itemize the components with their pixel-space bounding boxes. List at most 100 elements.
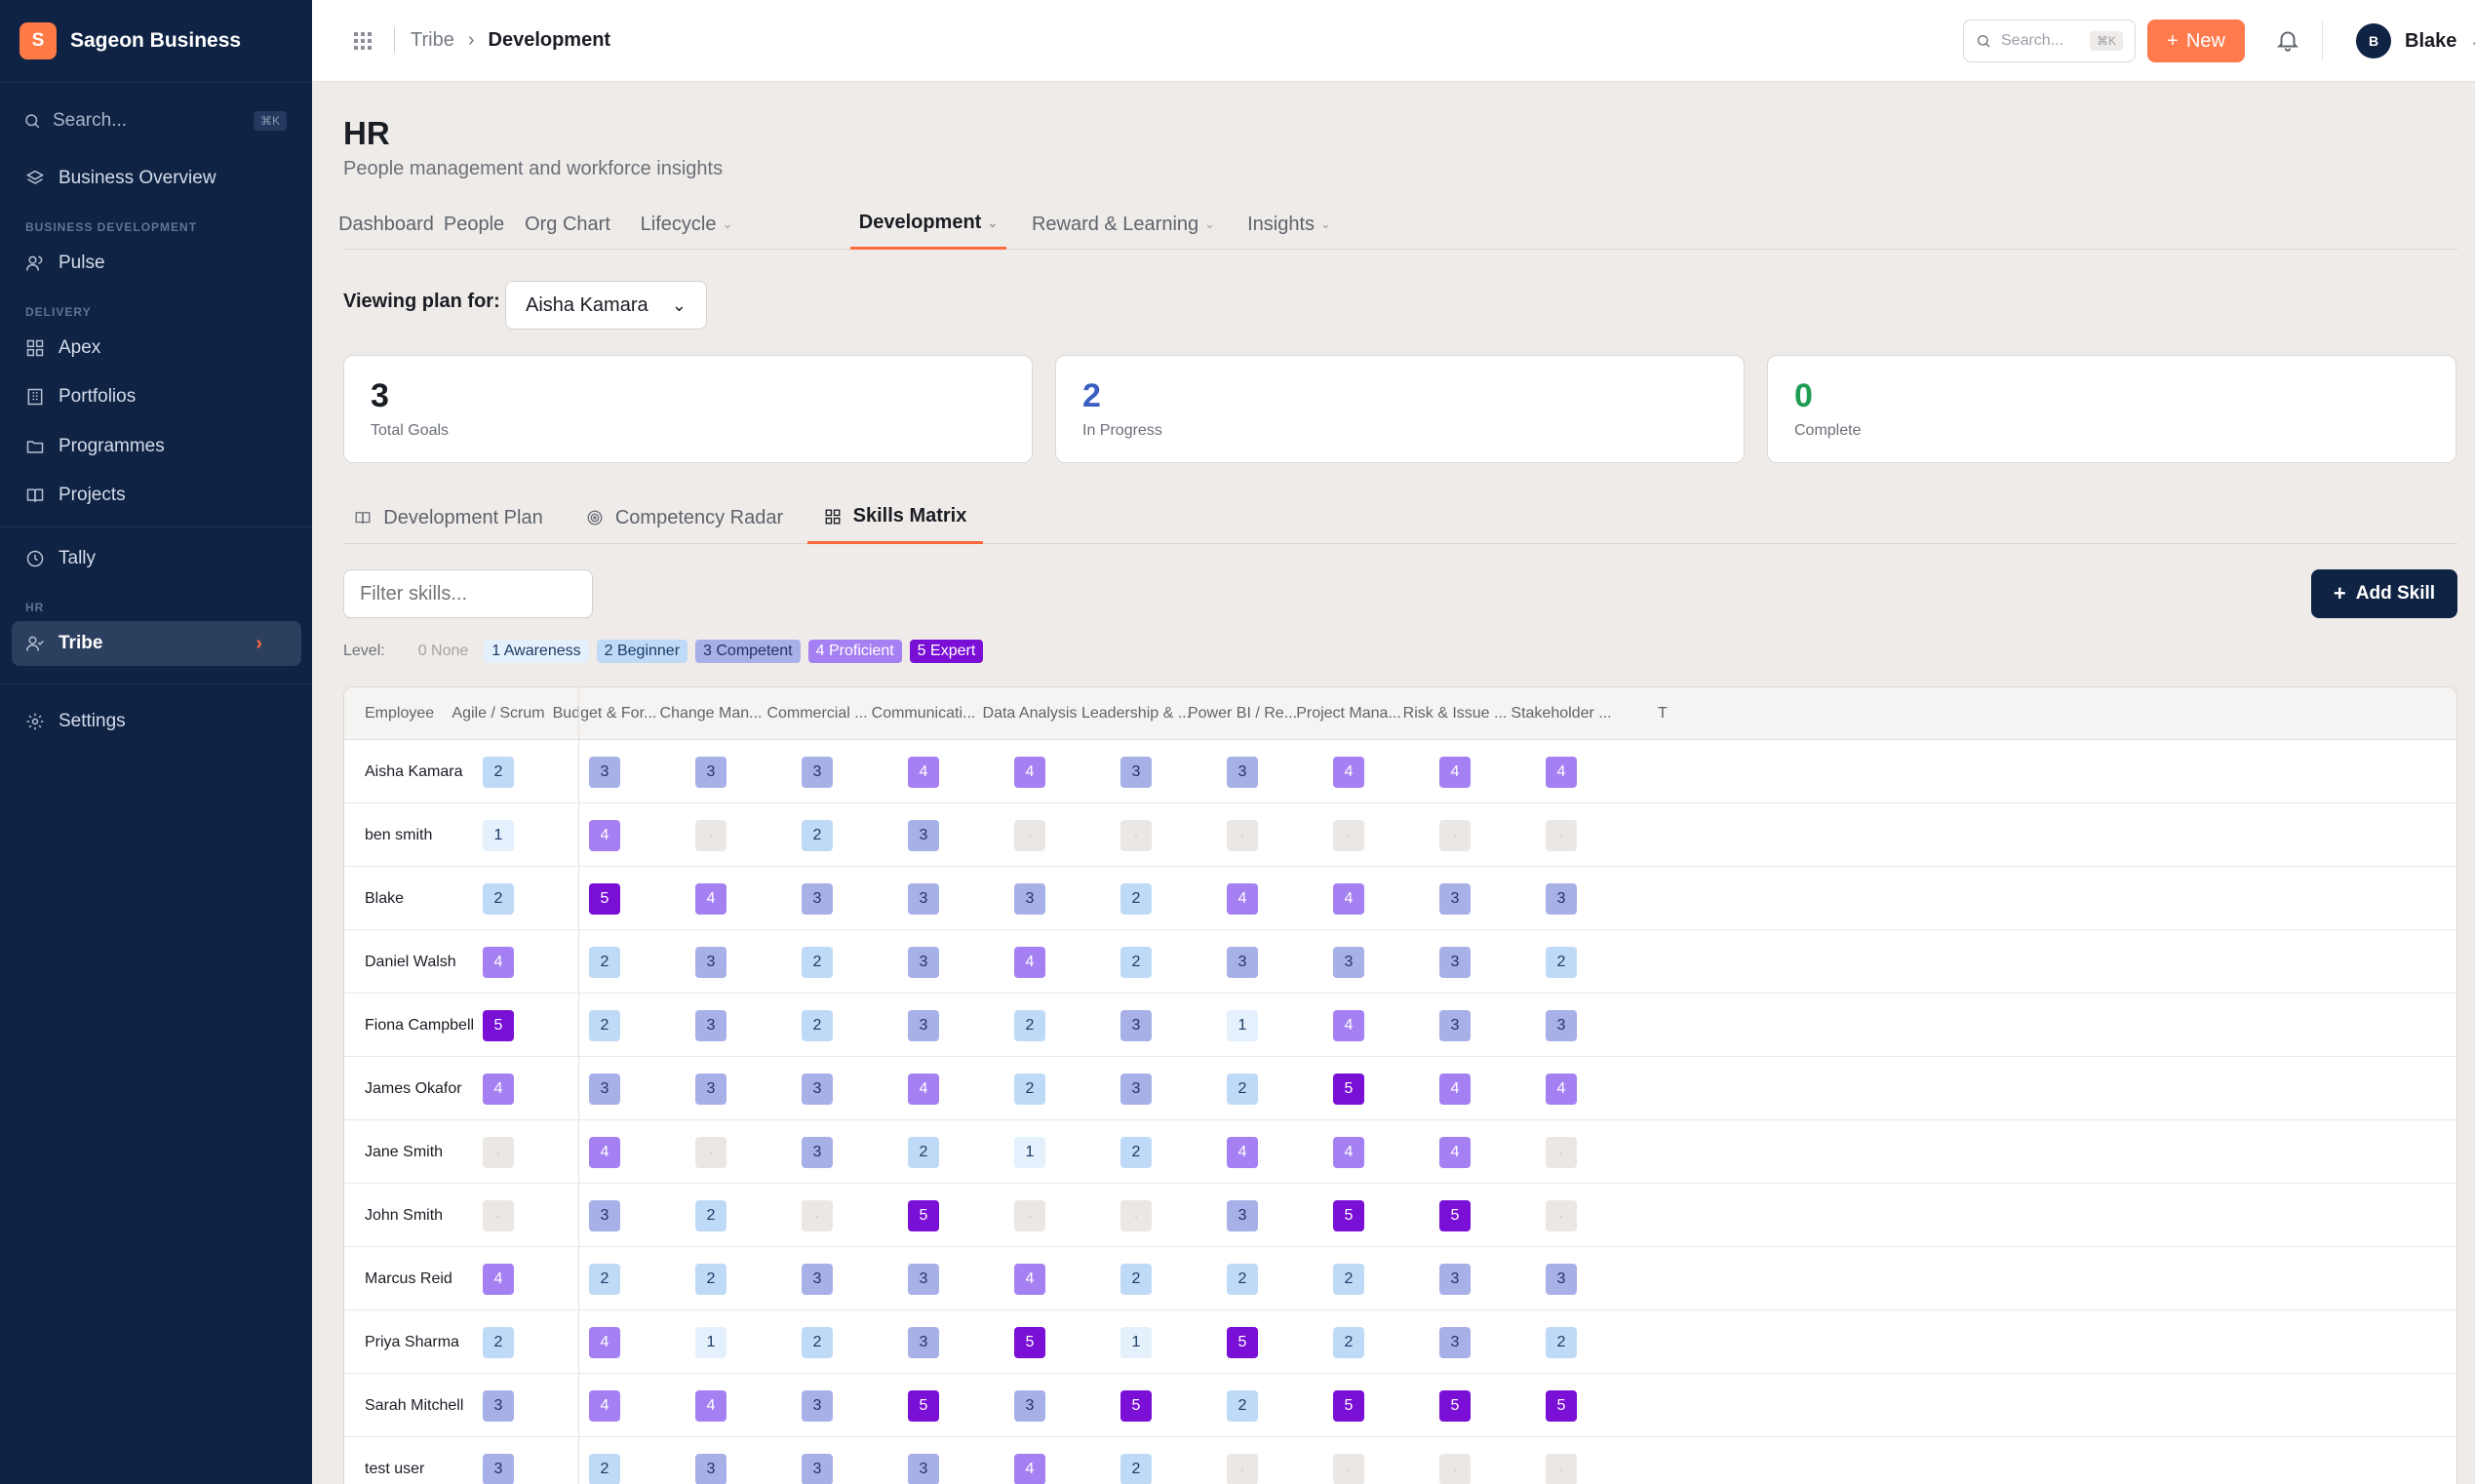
skill-level-cell[interactable]: 3 <box>1546 1264 1577 1295</box>
skill-level-cell[interactable]: 3 <box>1439 1264 1471 1295</box>
skill-level-cell[interactable]: 4 <box>589 820 620 851</box>
skill-column-header[interactable]: Agile / Scrum <box>446 687 551 740</box>
skill-column-header[interactable]: Budget & For... <box>552 687 657 740</box>
skill-level-cell[interactable]: 3 <box>1120 1074 1152 1105</box>
skill-level-cell[interactable]: 4 <box>908 1074 939 1105</box>
skill-level-cell[interactable]: 3 <box>802 1454 833 1484</box>
skill-level-cell[interactable]: · <box>1439 820 1471 851</box>
skill-level-cell[interactable]: 3 <box>695 757 727 788</box>
skill-level-cell[interactable]: 2 <box>802 1010 833 1041</box>
skill-level-cell[interactable]: · <box>1546 820 1577 851</box>
skill-level-cell[interactable]: 1 <box>1120 1327 1152 1358</box>
skill-level-cell[interactable]: 3 <box>802 1264 833 1295</box>
skill-level-cell[interactable]: 4 <box>908 757 939 788</box>
skill-level-cell[interactable]: 3 <box>908 883 939 915</box>
skill-level-cell[interactable]: 4 <box>1227 883 1258 915</box>
sidebar-item-business-overview[interactable]: Business Overview <box>12 156 301 201</box>
skill-level-cell[interactable]: 2 <box>1227 1390 1258 1422</box>
skill-level-cell[interactable]: 2 <box>1227 1264 1258 1295</box>
skill-level-cell[interactable]: 4 <box>695 1390 727 1422</box>
skill-level-cell[interactable]: · <box>1120 820 1152 851</box>
skill-level-cell[interactable]: · <box>1227 1454 1258 1484</box>
tab-dashboard[interactable]: Dashboard <box>338 199 434 250</box>
skill-level-cell[interactable]: 1 <box>1014 1137 1045 1168</box>
skill-level-cell[interactable]: 3 <box>802 1390 833 1422</box>
skill-column-header[interactable]: Change Man... <box>658 687 764 740</box>
skill-level-cell[interactable]: 4 <box>483 1074 514 1105</box>
skill-column-header[interactable]: Power BI / Re... <box>1188 687 1297 740</box>
new-button[interactable]: + New <box>2147 20 2245 62</box>
skill-column-header[interactable]: Project Mana... <box>1296 687 1401 740</box>
skill-level-cell[interactable]: 3 <box>695 1454 727 1484</box>
skill-level-cell[interactable]: 3 <box>908 1454 939 1484</box>
skill-level-cell[interactable]: 2 <box>1333 1327 1364 1358</box>
skill-level-cell[interactable]: 4 <box>1439 1074 1471 1105</box>
filter-skills-input[interactable] <box>343 569 593 618</box>
skill-level-cell[interactable]: 2 <box>589 947 620 978</box>
skill-level-cell[interactable]: 4 <box>1439 757 1471 788</box>
skill-level-cell[interactable]: 3 <box>1227 1200 1258 1231</box>
skill-level-cell[interactable]: 5 <box>908 1390 939 1422</box>
skill-level-cell[interactable]: 2 <box>589 1010 620 1041</box>
skill-level-cell[interactable]: 5 <box>483 1010 514 1041</box>
skill-level-cell[interactable]: 3 <box>1014 1390 1045 1422</box>
skill-level-cell[interactable]: · <box>802 1200 833 1231</box>
skill-level-cell[interactable]: 2 <box>1227 1074 1258 1105</box>
skill-level-cell[interactable]: · <box>483 1200 514 1231</box>
sidebar-item-tribe[interactable]: Tribe › <box>12 621 301 666</box>
tab-competency-radar[interactable]: Competency Radar <box>577 491 792 544</box>
skill-level-cell[interactable]: 2 <box>483 883 514 915</box>
skill-level-cell[interactable]: · <box>1333 1454 1364 1484</box>
skill-level-cell[interactable]: · <box>1120 1200 1152 1231</box>
skill-level-cell[interactable]: 2 <box>1120 947 1152 978</box>
skill-level-cell[interactable]: 4 <box>1546 1074 1577 1105</box>
skill-level-cell[interactable]: 5 <box>1333 1390 1364 1422</box>
skill-level-cell[interactable]: 3 <box>908 820 939 851</box>
skill-level-cell[interactable]: 2 <box>908 1137 939 1168</box>
skill-level-cell[interactable]: 1 <box>483 820 514 851</box>
skill-level-cell[interactable]: 3 <box>1546 1010 1577 1041</box>
skill-level-cell[interactable]: 4 <box>1014 757 1045 788</box>
skill-level-cell[interactable]: 3 <box>1120 1010 1152 1041</box>
skill-level-cell[interactable]: 2 <box>589 1454 620 1484</box>
skill-level-cell[interactable]: 4 <box>1546 757 1577 788</box>
skill-level-cell[interactable]: 2 <box>1120 1137 1152 1168</box>
skill-level-cell[interactable]: · <box>1546 1454 1577 1484</box>
skill-level-cell[interactable]: 3 <box>1439 1010 1471 1041</box>
skill-level-cell[interactable]: 3 <box>589 1200 620 1231</box>
skill-level-cell[interactable]: 2 <box>1014 1010 1045 1041</box>
skill-level-cell[interactable]: 5 <box>1439 1200 1471 1231</box>
skill-level-cell[interactable]: 3 <box>908 1264 939 1295</box>
skill-level-cell[interactable]: 2 <box>1546 947 1577 978</box>
skill-level-cell[interactable]: · <box>1227 820 1258 851</box>
skill-level-cell[interactable]: 2 <box>802 1327 833 1358</box>
skill-level-cell[interactable]: 5 <box>1439 1390 1471 1422</box>
skill-level-cell[interactable]: 5 <box>1014 1327 1045 1358</box>
skill-level-cell[interactable]: 5 <box>1333 1200 1364 1231</box>
skill-level-cell[interactable]: 4 <box>1439 1137 1471 1168</box>
skill-level-cell[interactable]: 4 <box>1014 947 1045 978</box>
skill-level-cell[interactable]: 5 <box>589 883 620 915</box>
skill-level-cell[interactable]: 3 <box>1439 1327 1471 1358</box>
skill-level-cell[interactable]: 3 <box>908 947 939 978</box>
skill-level-cell[interactable]: 3 <box>908 1010 939 1041</box>
skill-level-cell[interactable]: 4 <box>1014 1454 1045 1484</box>
skill-level-cell[interactable]: 3 <box>802 883 833 915</box>
top-search[interactable]: Search... ⌘K <box>1963 20 2136 62</box>
tab-lifecycle[interactable]: Lifecycle ⌄ <box>628 199 745 250</box>
sidebar-item-tally[interactable]: Tally <box>12 536 301 581</box>
skill-column-header[interactable]: Stakeholder ... <box>1509 687 1614 740</box>
skill-level-cell[interactable]: 2 <box>589 1264 620 1295</box>
skill-level-cell[interactable]: 3 <box>589 1074 620 1105</box>
tab-reward-learning[interactable]: Reward & Learning ⌄ <box>1026 199 1221 250</box>
user-menu[interactable]: B Blake ⌄ <box>2327 21 2475 60</box>
skill-level-cell[interactable]: 4 <box>1227 1137 1258 1168</box>
skill-level-cell[interactable]: 4 <box>589 1390 620 1422</box>
skill-level-cell[interactable]: 4 <box>1014 1264 1045 1295</box>
skill-level-cell[interactable]: 3 <box>802 757 833 788</box>
tab-org-chart[interactable]: Org Chart <box>519 199 616 250</box>
skill-level-cell[interactable]: 2 <box>1120 883 1152 915</box>
skill-level-cell[interactable]: 2 <box>695 1200 727 1231</box>
skill-level-cell[interactable]: 2 <box>802 820 833 851</box>
skill-column-header[interactable]: T <box>1658 687 1687 740</box>
